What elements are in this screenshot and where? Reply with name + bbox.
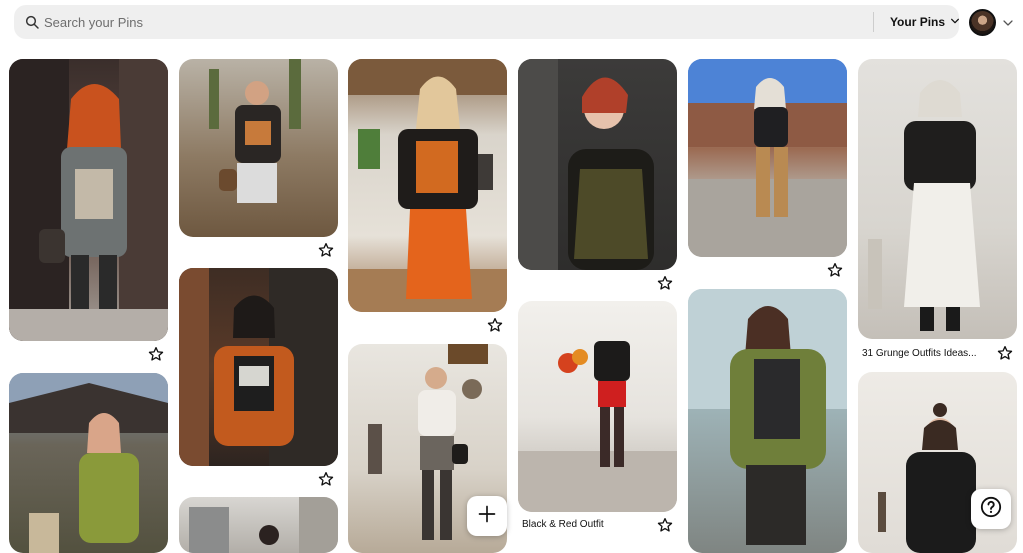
pin-image[interactable]	[9, 373, 168, 553]
pin-image[interactable]	[179, 268, 338, 466]
plus-icon	[477, 504, 497, 529]
pin-title: 31 Grunge Outfits Ideas...	[862, 348, 977, 359]
save-star-icon[interactable]	[997, 345, 1013, 361]
pin-image[interactable]	[518, 301, 677, 512]
pin-photo	[189, 497, 338, 553]
save-star-icon[interactable]	[148, 346, 164, 362]
pin-grid: Black & Red Outfit 31 Grunge Outfits Ide…	[0, 0, 1023, 553]
pin-photo	[348, 59, 507, 312]
save-star-icon[interactable]	[657, 517, 673, 533]
pin-image[interactable]	[688, 59, 847, 257]
pin-photo	[868, 80, 980, 331]
help-button[interactable]	[971, 489, 1011, 529]
pin-title: Black & Red Outfit	[522, 519, 604, 530]
pin-photo	[209, 59, 301, 203]
pin-photo	[518, 341, 677, 512]
pin-photo	[179, 268, 338, 466]
search-input[interactable]	[44, 5, 864, 39]
chevron-down-icon[interactable]	[1002, 16, 1014, 28]
pin-image[interactable]	[9, 59, 168, 341]
create-pin-button[interactable]	[467, 496, 507, 536]
pin-image[interactable]	[858, 59, 1017, 339]
your-pins-dropdown[interactable]: Your Pins	[882, 5, 968, 39]
pin-image[interactable]	[179, 59, 338, 237]
pin-photo	[518, 59, 654, 270]
save-star-icon[interactable]	[487, 317, 503, 333]
pin-photo	[9, 59, 168, 341]
chevron-down-icon	[950, 15, 960, 29]
pin-image[interactable]	[179, 497, 338, 553]
save-star-icon[interactable]	[827, 262, 843, 278]
pin-image[interactable]	[348, 59, 507, 312]
search-bar[interactable]: Your Pins	[14, 5, 960, 39]
your-pins-label: Your Pins	[889, 15, 946, 29]
divider	[873, 12, 874, 32]
save-star-icon[interactable]	[318, 242, 334, 258]
pin-photo	[9, 373, 168, 553]
save-star-icon[interactable]	[318, 471, 334, 487]
avatar[interactable]	[969, 9, 996, 36]
top-bar: Your Pins	[0, 0, 1023, 50]
help-icon	[980, 496, 1002, 523]
save-star-icon[interactable]	[657, 275, 673, 291]
pin-image[interactable]	[688, 289, 847, 553]
pin-photo	[688, 59, 847, 257]
search-icon	[24, 14, 40, 30]
pin-image[interactable]	[518, 59, 677, 270]
pin-photo	[688, 289, 847, 545]
